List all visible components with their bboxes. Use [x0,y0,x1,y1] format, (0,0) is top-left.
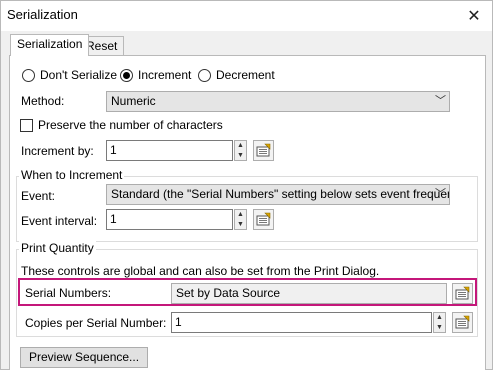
radio-icon [120,68,133,82]
serial-numbers-value: Set by Data Source [171,283,447,304]
spin-up-icon[interactable]: ▲ [434,313,445,322]
copies-per-serial-label: Copies per Serial Number: [25,316,167,330]
preview-sequence-button[interactable]: Preview Sequence... [20,347,149,368]
radio-label: Don't Serialize [40,68,117,82]
spin-down-icon[interactable]: ▼ [235,220,246,229]
increment-by-source-button[interactable] [253,140,274,161]
event-value: Standard (the "Serial Numbers" setting b… [111,187,450,201]
close-icon: ✕ [467,8,481,25]
event-interval-label: Event interval: [21,214,98,228]
spin-down-icon[interactable]: ▼ [434,323,445,332]
radio-decrement[interactable]: Decrement [198,68,275,82]
method-value: Numeric [111,94,156,108]
copies-per-serial-input[interactable]: 1 [171,312,432,333]
chevron-down-icon: ﹀ [435,188,446,200]
print-quantity-title: Print Quantity [19,241,96,255]
event-interval-source-button[interactable] [253,209,274,230]
close-button[interactable]: ✕ [456,1,492,31]
title-bar: Serialization ✕ [1,1,492,31]
serial-numbers-label: Serial Numbers: [25,286,112,300]
event-label: Event: [21,189,56,203]
data-source-icon [256,143,271,157]
copies-per-serial-spinner[interactable]: ▲ ▼ [433,312,446,333]
radio-label: Increment [138,68,192,82]
serial-numbers-source-button[interactable] [452,283,473,304]
serialization-dialog: Serialization ✕ Serialization Reset Don'… [0,0,493,370]
data-source-icon [455,315,470,329]
event-interval-spinner[interactable]: ▲ ▼ [234,209,247,230]
method-label: Method: [21,94,65,108]
radio-icon [198,68,211,82]
method-select[interactable]: Numeric ﹀ [106,91,450,112]
spin-up-icon[interactable]: ▲ [235,141,246,150]
serialization-panel: Don't Serialize Increment Decrement Meth… [9,55,486,370]
spin-up-icon[interactable]: ▲ [235,210,246,219]
when-to-increment-title: When to Increment [19,168,125,182]
increment-by-input[interactable]: 1 [106,140,233,161]
radio-dont-serialize[interactable]: Don't Serialize [22,68,117,82]
tab-serialization[interactable]: Serialization [10,34,90,56]
copies-per-serial-source-button[interactable] [452,312,473,333]
data-source-icon [256,212,271,226]
radio-icon [22,68,35,82]
preserve-checkbox[interactable] [20,119,33,132]
radio-increment[interactable]: Increment [120,68,191,82]
chevron-down-icon: ﹀ [435,95,446,107]
increment-by-spinner[interactable]: ▲ ▼ [234,140,247,161]
window-title: Serialization [7,7,78,22]
increment-by-label: Increment by: [21,144,94,158]
print-quantity-note: These controls are global and can also b… [21,264,380,278]
radio-label: Decrement [216,68,275,82]
data-source-icon [455,286,470,300]
preserve-label: Preserve the number of characters [38,118,223,132]
event-interval-input[interactable]: 1 [106,209,233,230]
spin-down-icon[interactable]: ▼ [235,151,246,160]
event-select[interactable]: Standard (the "Serial Numbers" setting b… [106,184,450,205]
